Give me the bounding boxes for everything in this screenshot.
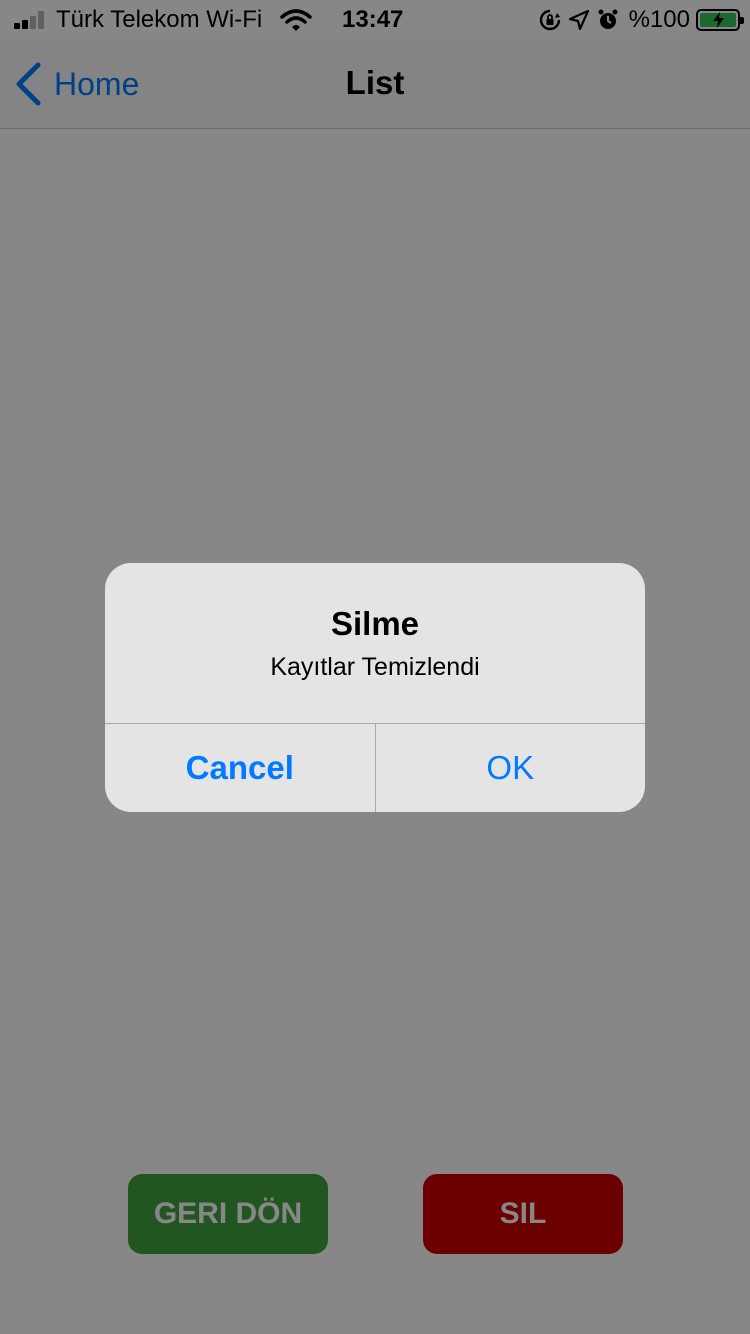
cancel-button[interactable]: Cancel [105, 724, 376, 812]
alert-message: Kayıtlar Temizlendi [270, 653, 480, 681]
alert-dialog: Silme Kayıtlar Temizlendi Cancel OK [105, 563, 645, 812]
alert-title: Silme [330, 605, 420, 642]
alert-button-row: Cancel OK [105, 723, 645, 812]
ok-button[interactable]: OK [376, 724, 646, 812]
